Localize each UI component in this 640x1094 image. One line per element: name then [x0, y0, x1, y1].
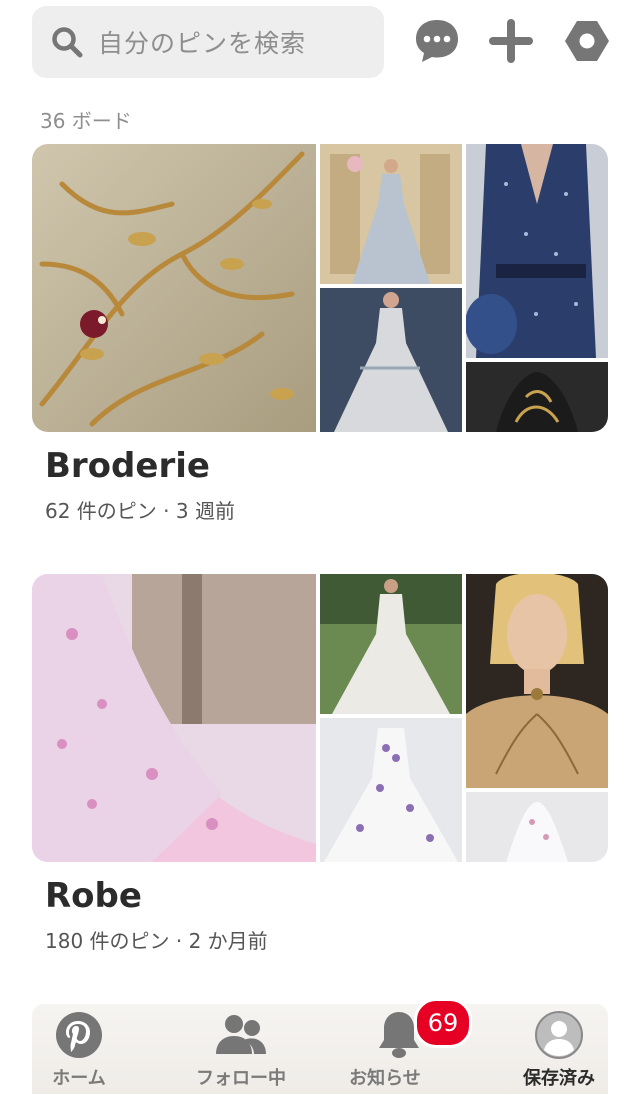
model-portrait-photo	[466, 574, 608, 788]
nav-saved[interactable]: 保存済み	[464, 1004, 608, 1094]
search-icon	[52, 27, 83, 58]
nav-saved-label: 保存済み	[523, 1068, 595, 1089]
nav-following[interactable]: フォロー中	[176, 1004, 320, 1094]
pinterest-icon	[56, 1012, 102, 1058]
search-placeholder: 自分のピンを検索	[98, 29, 307, 58]
gown-photo-1	[320, 144, 462, 284]
board-meta: 62 件のピン · 3 週前	[45, 499, 235, 523]
following-icon	[216, 1015, 266, 1054]
white-gown-photo-2	[320, 718, 462, 862]
plus-icon[interactable]	[486, 16, 536, 66]
nav-following-label: フォロー中	[196, 1068, 286, 1089]
embroidery-cover-image	[32, 144, 316, 432]
white-gown-photo-3	[466, 792, 608, 862]
board-cover-robe[interactable]	[32, 574, 608, 862]
gown-photo-2	[320, 288, 462, 432]
search-bar[interactable]: 自分のピンを検索	[32, 6, 384, 78]
nav-notifications-label: お知らせ	[349, 1068, 421, 1089]
pink-gown-cover-image	[32, 574, 316, 862]
notification-badge: 69	[414, 998, 472, 1048]
chat-icon[interactable]	[412, 16, 462, 66]
board-title[interactable]: Robe	[45, 876, 142, 916]
gown-photo-3	[466, 144, 608, 358]
profile-icon	[535, 1011, 583, 1059]
nav-home[interactable]: ホーム	[32, 1004, 176, 1094]
board-cover-broderie[interactable]	[32, 144, 608, 432]
bottom-nav: ホーム フォロー中 お知らせ 保存済み	[32, 1004, 608, 1094]
white-gown-photo-1	[320, 574, 462, 714]
settings-icon[interactable]	[562, 16, 612, 66]
gown-photo-4	[466, 362, 608, 432]
board-title[interactable]: Broderie	[45, 446, 210, 486]
board-meta: 180 件のピン · 2 か月前	[45, 929, 268, 953]
board-count: 36 ボード	[40, 109, 132, 133]
nav-home-label: ホーム	[52, 1068, 106, 1089]
